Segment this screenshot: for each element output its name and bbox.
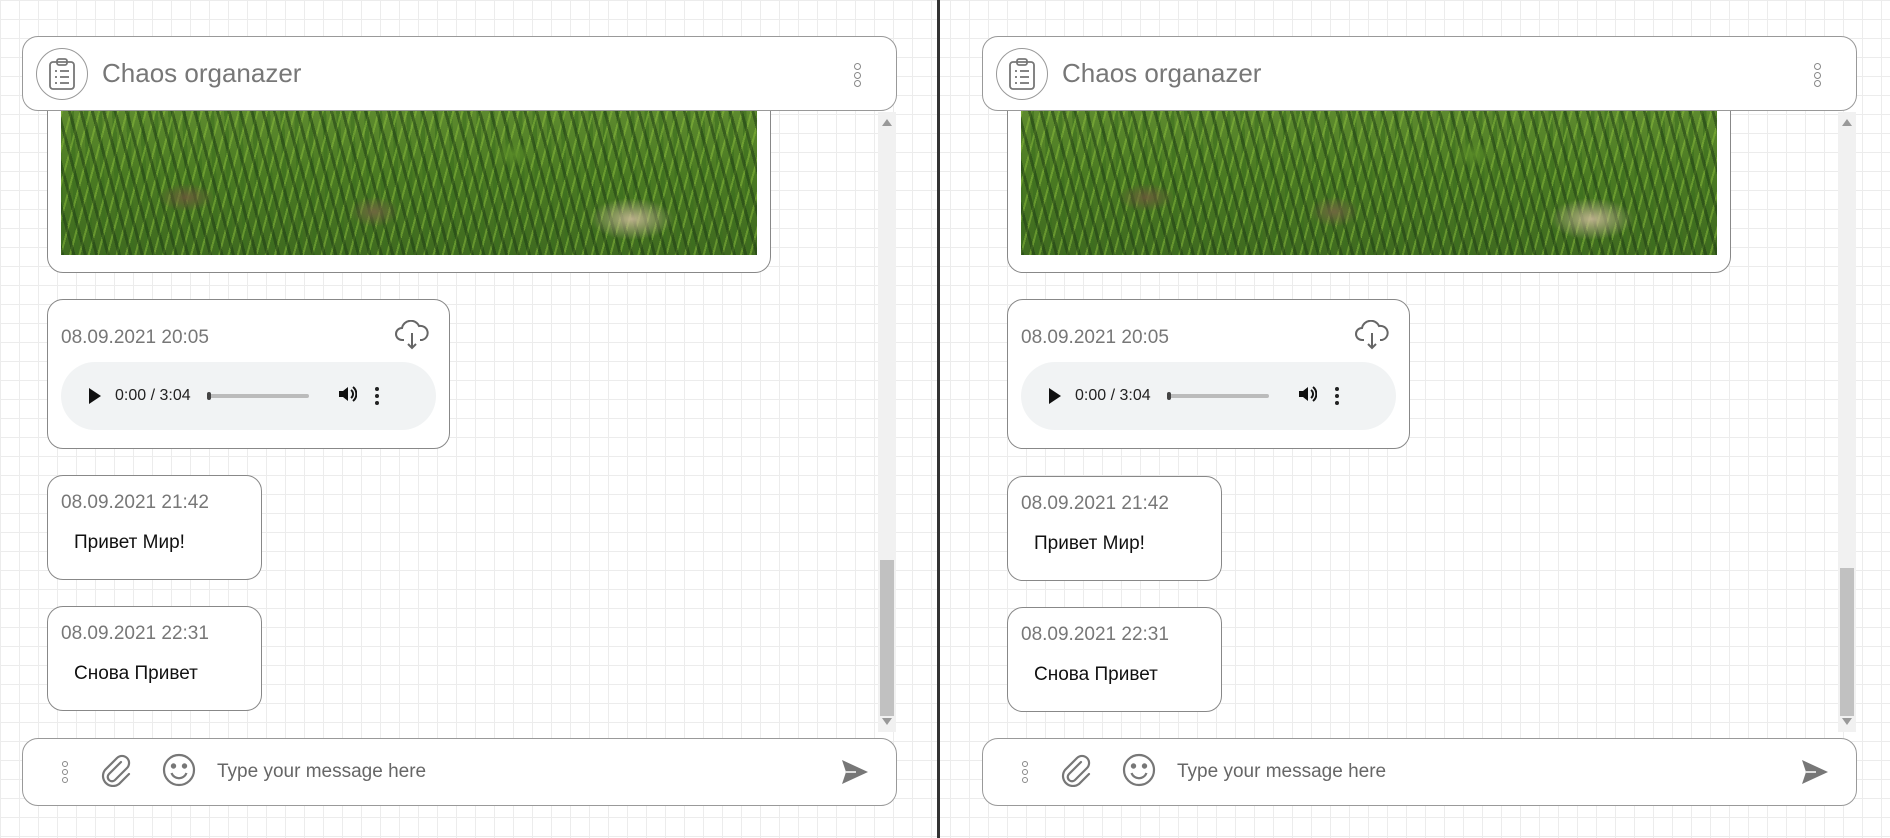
message-list-scrollbar[interactable] — [878, 112, 896, 732]
message-list-scrollbar[interactable] — [1838, 112, 1856, 732]
smile-icon[interactable] — [161, 752, 197, 793]
scroll-down-arrow-icon[interactable] — [882, 718, 892, 725]
message-date: 08.09.2021 21:42 — [61, 492, 209, 513]
message-date: 08.09.2021 22:31 — [61, 623, 209, 644]
audio-progress-slider[interactable] — [206, 392, 309, 400]
app-title: Chaos organazer — [1062, 58, 1262, 88]
audio-options-icon[interactable] — [1334, 387, 1339, 405]
volume-icon[interactable] — [1297, 385, 1317, 408]
more-vertical-icon[interactable] — [1812, 63, 1822, 87]
scrollbar-thumb[interactable] — [880, 560, 894, 716]
audio-player: 0:00 / 3:04 — [61, 362, 436, 430]
message-date: 08.09.2021 20:05 — [61, 327, 209, 348]
paperclip-icon[interactable] — [1059, 753, 1093, 792]
message-input[interactable] — [1177, 752, 1757, 792]
scroll-down-arrow-icon[interactable] — [1842, 718, 1852, 725]
text-message: 08.09.2021 22:31 Снова Привет — [47, 606, 262, 711]
audio-message: 08.09.2021 20:05 0:00 / 3:04 — [1007, 299, 1410, 449]
cloud-download-icon[interactable] — [1355, 319, 1389, 355]
scroll-up-arrow-icon[interactable] — [1842, 119, 1852, 126]
cloud-download-icon[interactable] — [395, 319, 429, 355]
audio-message: 08.09.2021 20:05 0:00 / 3:04 — [47, 299, 450, 449]
text-message: 08.09.2021 21:42 Привет Мир! — [1007, 476, 1222, 581]
send-icon[interactable] — [1800, 757, 1830, 792]
text-message: 08.09.2021 21:42 Привет Мир! — [47, 475, 262, 580]
audio-options-icon[interactable] — [374, 387, 379, 405]
message-input[interactable] — [217, 752, 797, 792]
more-vertical-icon[interactable] — [61, 761, 69, 783]
message-composer — [982, 738, 1857, 806]
audio-player: 0:00 / 3:04 — [1021, 362, 1396, 430]
message-text: Снова Привет — [74, 663, 198, 684]
paperclip-icon[interactable] — [99, 753, 133, 792]
message-text: Привет Мир! — [1034, 533, 1145, 554]
message-text: Снова Привет — [1034, 664, 1158, 685]
scrollbar-thumb[interactable] — [1840, 568, 1854, 716]
clipboard-list-icon — [996, 47, 1048, 100]
clipboard-list-icon — [36, 47, 88, 100]
more-vertical-icon[interactable] — [1021, 761, 1029, 783]
send-icon[interactable] — [840, 757, 870, 792]
scroll-up-arrow-icon[interactable] — [882, 119, 892, 126]
audio-time: 0:00 / 3:04 — [1075, 387, 1151, 404]
message-date: 08.09.2021 21:42 — [1021, 493, 1169, 514]
message-text: Привет Мир! — [74, 532, 185, 553]
audio-time: 0:00 / 3:04 — [115, 387, 191, 404]
message-date: 08.09.2021 22:31 — [1021, 624, 1169, 645]
app-header: Chaos organazer — [982, 36, 1857, 111]
chat-pane-right: Chaos organazer 08.09.2021 20:05 0:00 / … — [960, 0, 1890, 838]
chat-pane-left: Chaos organazer 08.09.2021 20:05 0:00 / … — [0, 0, 937, 838]
message-date: 08.09.2021 20:05 — [1021, 327, 1169, 348]
pane-divider — [937, 0, 940, 838]
message-image[interactable] — [1021, 111, 1717, 255]
volume-icon[interactable] — [337, 385, 357, 408]
smile-icon[interactable] — [1121, 752, 1157, 793]
app-title: Chaos organazer — [102, 58, 302, 88]
message-image[interactable] — [61, 111, 757, 255]
play-icon[interactable] — [1049, 388, 1061, 404]
text-message: 08.09.2021 22:31 Снова Привет — [1007, 607, 1222, 712]
play-icon[interactable] — [89, 388, 101, 404]
message-composer — [22, 738, 897, 806]
more-vertical-icon[interactable] — [852, 63, 862, 87]
audio-progress-slider[interactable] — [1166, 392, 1269, 400]
app-header: Chaos organazer — [22, 36, 897, 111]
